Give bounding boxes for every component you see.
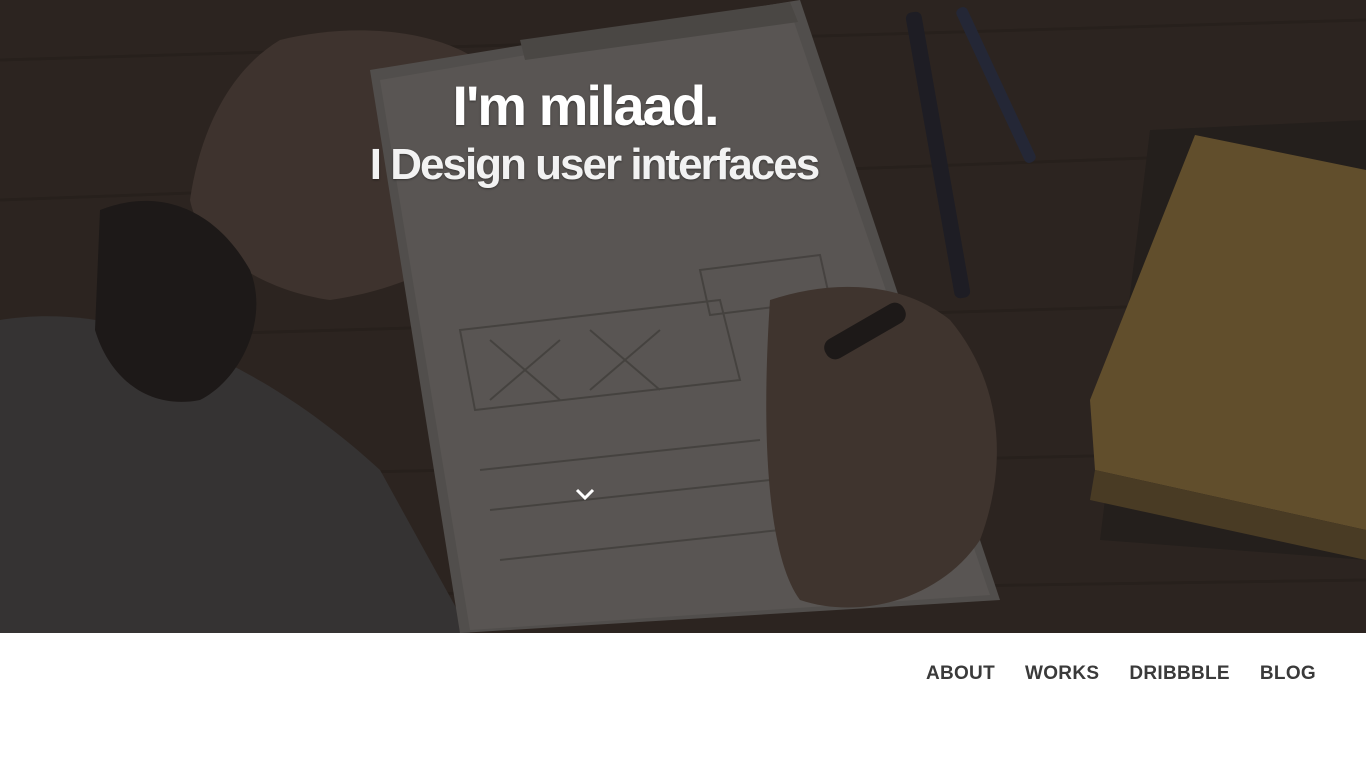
hero-section: I'm milaad. I Design user interfaces xyxy=(0,0,1366,633)
nav-item-dribbble: DRIBBBLE xyxy=(1129,663,1230,685)
nav-menu: ABOUT WORKS DRIBBBLE BLOG xyxy=(926,663,1316,685)
nav-item-works: WORKS xyxy=(1025,663,1099,685)
main-navigation: ABOUT WORKS DRIBBBLE BLOG xyxy=(0,633,1366,768)
nav-item-blog: BLOG xyxy=(1260,663,1316,685)
nav-link-blog[interactable]: BLOG xyxy=(1260,663,1316,684)
chevron-down-icon xyxy=(575,488,595,501)
hero-subtitle: I Design user interfaces xyxy=(369,140,820,189)
nav-link-works[interactable]: WORKS xyxy=(1025,663,1099,684)
nav-link-dribbble[interactable]: DRIBBBLE xyxy=(1129,663,1230,684)
hero-title: I'm milaad. xyxy=(452,74,719,137)
nav-link-about[interactable]: ABOUT xyxy=(926,663,995,684)
scroll-down-button[interactable] xyxy=(573,484,597,504)
nav-item-about: ABOUT xyxy=(926,663,995,685)
